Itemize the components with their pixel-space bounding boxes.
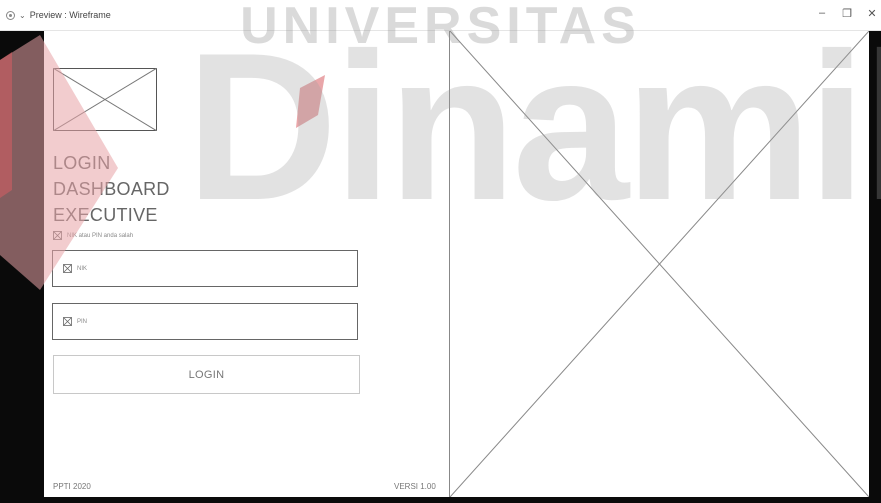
image-placeholder-panel [449, 30, 870, 498]
login-title-line-2: DASHBOARD [53, 179, 170, 199]
login-title-line-1: LOGIN [53, 153, 111, 173]
error-icon [53, 231, 62, 240]
pin-field-icon [63, 317, 72, 326]
restore-button[interactable]: ❐ [840, 7, 854, 20]
window-title: Preview : Wireframe [29, 10, 111, 20]
pin-placeholder: PIN [77, 318, 88, 325]
pin-input[interactable]: PIN [52, 303, 358, 340]
nik-field-icon [63, 264, 72, 273]
app-icon[interactable] [6, 10, 15, 20]
footer-version: VERSI 1.00 [394, 482, 436, 491]
nik-placeholder: NIK [77, 265, 88, 272]
close-button[interactable]: ✕ [865, 7, 879, 20]
bottom-frame-border [0, 497, 881, 503]
chevron-down-icon[interactable]: ⌄ [19, 11, 26, 20]
left-frame-border [0, 31, 44, 503]
nik-input[interactable]: NIK [52, 250, 358, 287]
image-placeholder-cross [449, 30, 870, 498]
footer-org: PPTI 2020 [53, 482, 91, 491]
login-button[interactable]: LOGIN [53, 355, 360, 394]
logo-image-placeholder [53, 68, 157, 131]
preview-window: ⌄ Preview : Wireframe – ❐ ✕ LOGIN DASHBO… [0, 0, 881, 503]
minimize-button[interactable]: – [815, 7, 829, 19]
error-message: NIK atau PIN anda salah [67, 232, 134, 239]
title-bar: ⌄ Preview : Wireframe – ❐ ✕ [0, 0, 881, 31]
login-title-line-3: EXECUTIVE [53, 205, 158, 225]
error-message-row: NIK atau PIN anda salah [53, 231, 133, 240]
right-frame-border [868, 31, 881, 503]
